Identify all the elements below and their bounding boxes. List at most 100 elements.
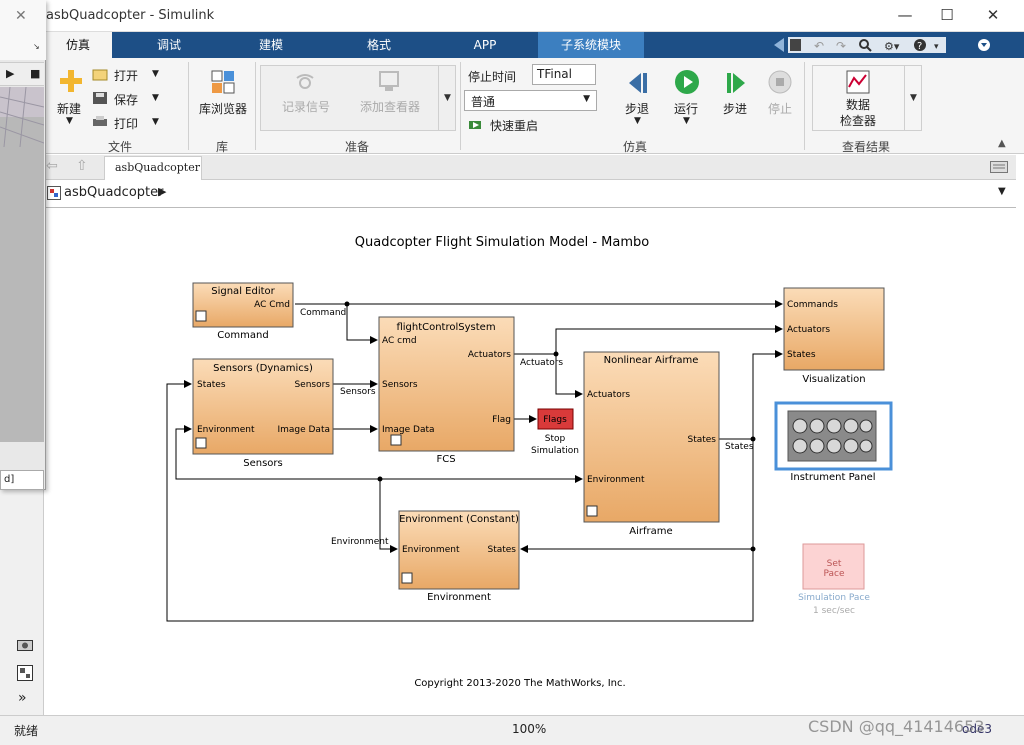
keyboard-icon[interactable] (990, 161, 1008, 173)
fast-restart-toggle[interactable]: 快速重启 (490, 117, 538, 134)
expand-panel-icon[interactable]: » (18, 690, 27, 706)
new-icon (60, 70, 82, 92)
instrument-panel-name: Instrument Panel (790, 472, 875, 483)
sensors-block[interactable]: Sensors (Dynamics) States Environment Se… (192, 358, 334, 469)
signal-label-environment: Environment (331, 537, 389, 547)
model-canvas[interactable]: Quadcopter Flight Simulation Model - Mam… (44, 208, 1016, 715)
save-button[interactable]: 保存 (114, 91, 138, 108)
visualization-port-in3: States (787, 350, 816, 360)
model-icon (47, 186, 61, 200)
subsystem-icon (401, 572, 413, 584)
airframe-block[interactable]: Nonlinear Airframe Actuators Environment… (583, 351, 720, 537)
run-dropdown-icon[interactable]: ▼ (683, 116, 690, 126)
close-button[interactable]: ✕ (970, 0, 1016, 32)
results-expand-button[interactable]: ▼ (904, 65, 922, 131)
record-signal-button[interactable]: 记录信号 (282, 98, 330, 115)
save-dropdown-icon[interactable]: ▼ (152, 93, 159, 103)
tab-subsystem-block[interactable]: 子系统模块 (538, 32, 644, 58)
save-icon (790, 39, 801, 51)
model-tab-label: asbQuadcopter (115, 161, 200, 174)
print-button[interactable]: 打印 (114, 115, 138, 132)
tab-modeling[interactable]: 建模 (236, 32, 306, 58)
close-icon[interactable]: ✕ (15, 8, 27, 24)
visualization-block[interactable]: Commands Actuators States Visualization (783, 287, 885, 385)
signal-editor-name: Command (217, 330, 268, 341)
zoom-level[interactable]: 100% (512, 722, 546, 736)
data-inspector-button[interactable]: 检查器 (840, 112, 876, 129)
set-pace-block[interactable]: Set Pace Simulation Pace 1 sec/sec (798, 543, 870, 616)
fcs-title: flightControlSystem (396, 322, 495, 333)
stop-button[interactable]: 停止 (768, 100, 792, 117)
breadcrumb-arrow-icon: ▶ (158, 185, 167, 198)
add-viewer-button[interactable]: 添加查看器 (360, 98, 420, 115)
model-tab-row: ⇦ ⇧ asbQuadcopter (44, 155, 1016, 180)
floating-window-status: d] (0, 470, 44, 490)
flags-block[interactable]: Flags Stop Simulation (531, 408, 579, 456)
breadcrumb-dropdown-icon[interactable]: ▼ (998, 186, 1006, 197)
run-button[interactable]: 运行 (674, 100, 698, 117)
open-button[interactable]: 打开 (114, 67, 138, 84)
back-icon[interactable]: ⇦ (46, 158, 58, 174)
save-icon (93, 92, 107, 104)
signal-editor-block[interactable]: Signal Editor AC Cmd Command (192, 282, 294, 341)
maximize-button[interactable]: ☐ (924, 0, 970, 32)
fast-restart-icon (469, 121, 481, 129)
breadcrumb-model[interactable]: asbQuadcopter (64, 185, 163, 200)
floating-viewer-window[interactable]: ✕ ↘ ▶ ■ d] (0, 0, 46, 490)
model-browser-icon[interactable] (17, 665, 33, 681)
divider (460, 62, 461, 150)
data-inspector-line1: 数据 (846, 98, 871, 112)
new-button[interactable]: 新建 (57, 100, 81, 117)
options-icon: ⚙▾ (884, 40, 900, 53)
divider (188, 62, 189, 150)
instrument-panel-block[interactable]: Instrument Panel (774, 401, 893, 483)
window-title: asbQuadcopter - Simulink (46, 8, 215, 23)
ribbon-toolstrip: 新建 ▼ 打开 ▼ 保存 ▼ 打印 ▼ 文件 库浏览器 库 记录信号 添加查看器… (44, 58, 1024, 154)
sensors-port-in2: Environment (197, 425, 255, 435)
collapse-ribbon-icon[interactable]: ▲ (998, 138, 1006, 149)
watermark: CSDN @qq_41414653 (808, 717, 985, 736)
minimize-button[interactable]: — (882, 0, 928, 32)
print-dropdown-icon[interactable]: ▼ (152, 117, 159, 127)
visualization-port-in1: Commands (787, 300, 838, 310)
camera-icon[interactable] (17, 638, 33, 651)
gallery-expand-button[interactable]: ▼ (438, 65, 456, 131)
sensors-port-in1: States (197, 380, 226, 390)
diagram-title: Quadcopter Flight Simulation Model - Mam… (355, 235, 650, 250)
stop-icon[interactable]: ■ (30, 67, 40, 80)
subsystem-icon (586, 505, 598, 517)
status-bar: 就绪 100% ode3 CSDN @qq_41414653 (0, 715, 1024, 745)
set-pace-rate: 1 sec/sec (813, 606, 855, 616)
step-back-button[interactable]: 步退 (625, 100, 649, 117)
tab-debug[interactable]: 调试 (134, 32, 204, 58)
visualization-port-in2: Actuators (787, 325, 830, 335)
fcs-block[interactable]: flightControlSystem AC cmd Sensors Image… (378, 316, 515, 465)
subsystem-icon (195, 310, 207, 322)
open-dropdown-icon[interactable]: ▼ (152, 69, 159, 79)
left-palette: » (0, 480, 44, 715)
stop-time-input[interactable]: TFinal (532, 64, 596, 85)
tab-format[interactable]: 格式 (344, 32, 414, 58)
library-browser-button[interactable]: 库浏览器 (199, 100, 247, 117)
new-dropdown-icon[interactable]: ▼ (66, 116, 73, 126)
add-viewer-icon (379, 71, 399, 91)
step-forward-button[interactable]: 步进 (723, 100, 747, 117)
chevron-down-icon: ▼ (583, 94, 590, 104)
step-back-dropdown-icon[interactable]: ▼ (634, 116, 641, 126)
divider (255, 62, 256, 150)
tab-simulation[interactable]: 仿真 (44, 32, 112, 58)
floating-window-toolbar: ▶ ■ (0, 62, 44, 86)
simulation-mode-select[interactable]: 普通 ▼ (464, 90, 597, 111)
signal-label-sensors: Sensors (340, 387, 376, 397)
environment-block[interactable]: Environment (Constant) Environment State… (398, 510, 520, 603)
airframe-name: Airframe (629, 526, 672, 537)
block-diagram: Quadcopter Flight Simulation Model - Mam… (166, 235, 893, 689)
tab-apps[interactable]: APP (450, 32, 520, 58)
title-bar: asbQuadcopter - Simulink — ☐ ✕ (0, 0, 1024, 32)
simulate-group-label: 仿真 (622, 140, 647, 154)
model-tab[interactable]: asbQuadcopter (104, 156, 202, 180)
play-icon[interactable]: ▶ (6, 67, 14, 80)
signal-editor-port: AC Cmd (254, 300, 290, 310)
up-icon[interactable]: ⇧ (76, 158, 88, 174)
simulation-mode-value: 普通 (471, 95, 496, 109)
